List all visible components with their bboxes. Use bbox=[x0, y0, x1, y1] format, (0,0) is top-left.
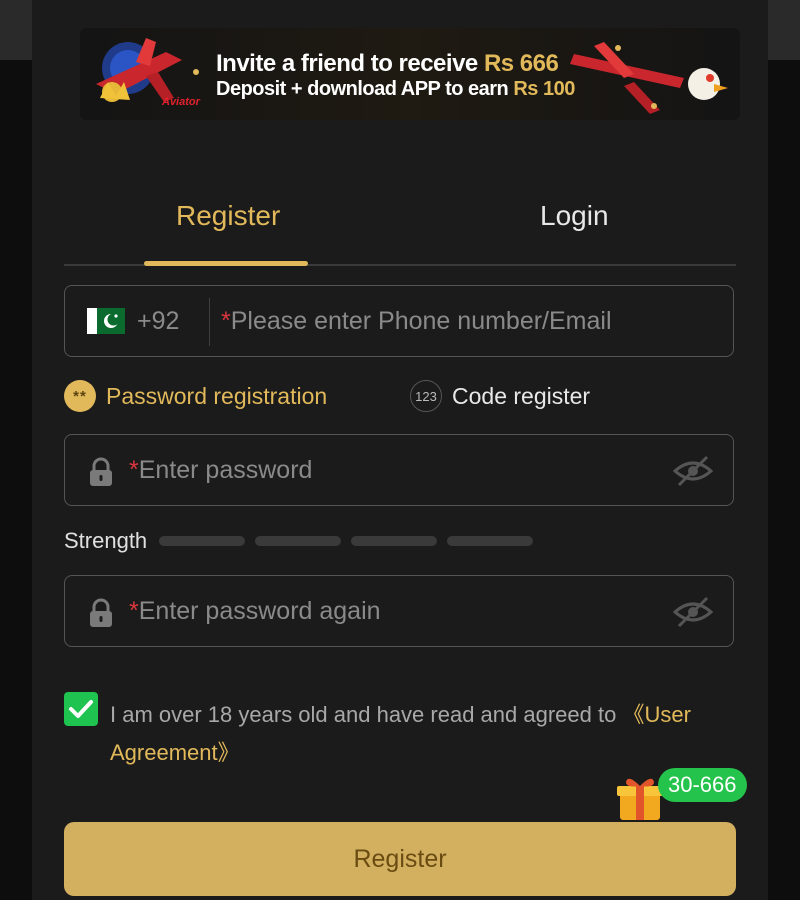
password-placeholder: Enter password bbox=[138, 456, 313, 484]
agreement-text: I am over 18 years old and have read and… bbox=[110, 696, 730, 772]
promo-banner[interactable]: Aviator Invite a friend to receive Rs 66… bbox=[80, 28, 740, 120]
password-mode-label: Password registration bbox=[106, 382, 328, 409]
code-mode-icon: 123 bbox=[410, 380, 442, 412]
confirm-password-input[interactable]: *Enter password again bbox=[129, 597, 381, 626]
password-field[interactable]: *Enter password bbox=[64, 434, 734, 506]
password-mode-icon: ** bbox=[64, 380, 96, 412]
auth-tabs: Register Login bbox=[64, 180, 736, 266]
password-registration-option[interactable]: ** Password registration bbox=[64, 380, 327, 412]
active-tab-indicator bbox=[144, 261, 308, 266]
confirm-password-placeholder: Enter password again bbox=[138, 597, 381, 625]
confirm-password-field[interactable]: *Enter password again bbox=[64, 575, 734, 647]
required-mark: * bbox=[129, 597, 139, 625]
strength-segment bbox=[447, 536, 534, 546]
eye-off-icon[interactable] bbox=[673, 596, 713, 628]
strength-segment bbox=[351, 536, 438, 546]
code-register-option[interactable]: 123 Code register bbox=[410, 380, 590, 412]
strength-segment bbox=[159, 536, 246, 546]
agreement-checkbox[interactable] bbox=[64, 692, 98, 726]
aviator-logo: Aviator bbox=[162, 96, 200, 108]
required-mark: * bbox=[129, 456, 139, 484]
country-code-divider bbox=[209, 298, 210, 346]
phone-email-field[interactable]: +92 *Please enter Phone number/Email bbox=[64, 285, 734, 357]
pakistan-flag-icon bbox=[87, 308, 125, 334]
gift-badge[interactable]: 30-666 bbox=[658, 768, 747, 802]
register-modal: Aviator Invite a friend to receive Rs 66… bbox=[32, 0, 768, 900]
code-mode-label: Code register bbox=[452, 382, 591, 409]
country-code[interactable]: +92 bbox=[137, 307, 179, 336]
banner-invite-text: Invite a friend to receive bbox=[216, 50, 478, 77]
password-strength: Strength bbox=[64, 528, 543, 554]
lock-icon bbox=[90, 598, 112, 627]
banner-invite-amount: Rs 666 bbox=[483, 50, 559, 77]
password-input[interactable]: *Enter password bbox=[129, 456, 312, 485]
phone-email-placeholder: Please enter Phone number/Email bbox=[230, 307, 612, 335]
banner-deposit-line: Deposit + download APP to earn Rs 100 bbox=[216, 78, 575, 101]
tab-register[interactable]: Register bbox=[176, 200, 280, 232]
register-button[interactable]: Register bbox=[64, 822, 736, 896]
strength-label: Strength bbox=[64, 528, 148, 553]
strength-segment bbox=[255, 536, 342, 546]
required-mark: * bbox=[221, 307, 231, 335]
banner-deposit-text: Deposit + download APP to earn bbox=[216, 78, 509, 100]
checkmark-icon bbox=[69, 700, 93, 718]
agreement-statement: I am over 18 years old and have read and… bbox=[110, 702, 623, 727]
phone-email-input[interactable]: *Please enter Phone number/Email bbox=[221, 307, 612, 336]
lock-icon bbox=[90, 457, 112, 486]
eye-off-icon[interactable] bbox=[673, 455, 713, 487]
tab-login[interactable]: Login bbox=[540, 200, 609, 232]
red-plane-icon bbox=[570, 42, 728, 114]
banner-invite-line: Invite a friend to receive Rs 666 bbox=[216, 50, 559, 78]
